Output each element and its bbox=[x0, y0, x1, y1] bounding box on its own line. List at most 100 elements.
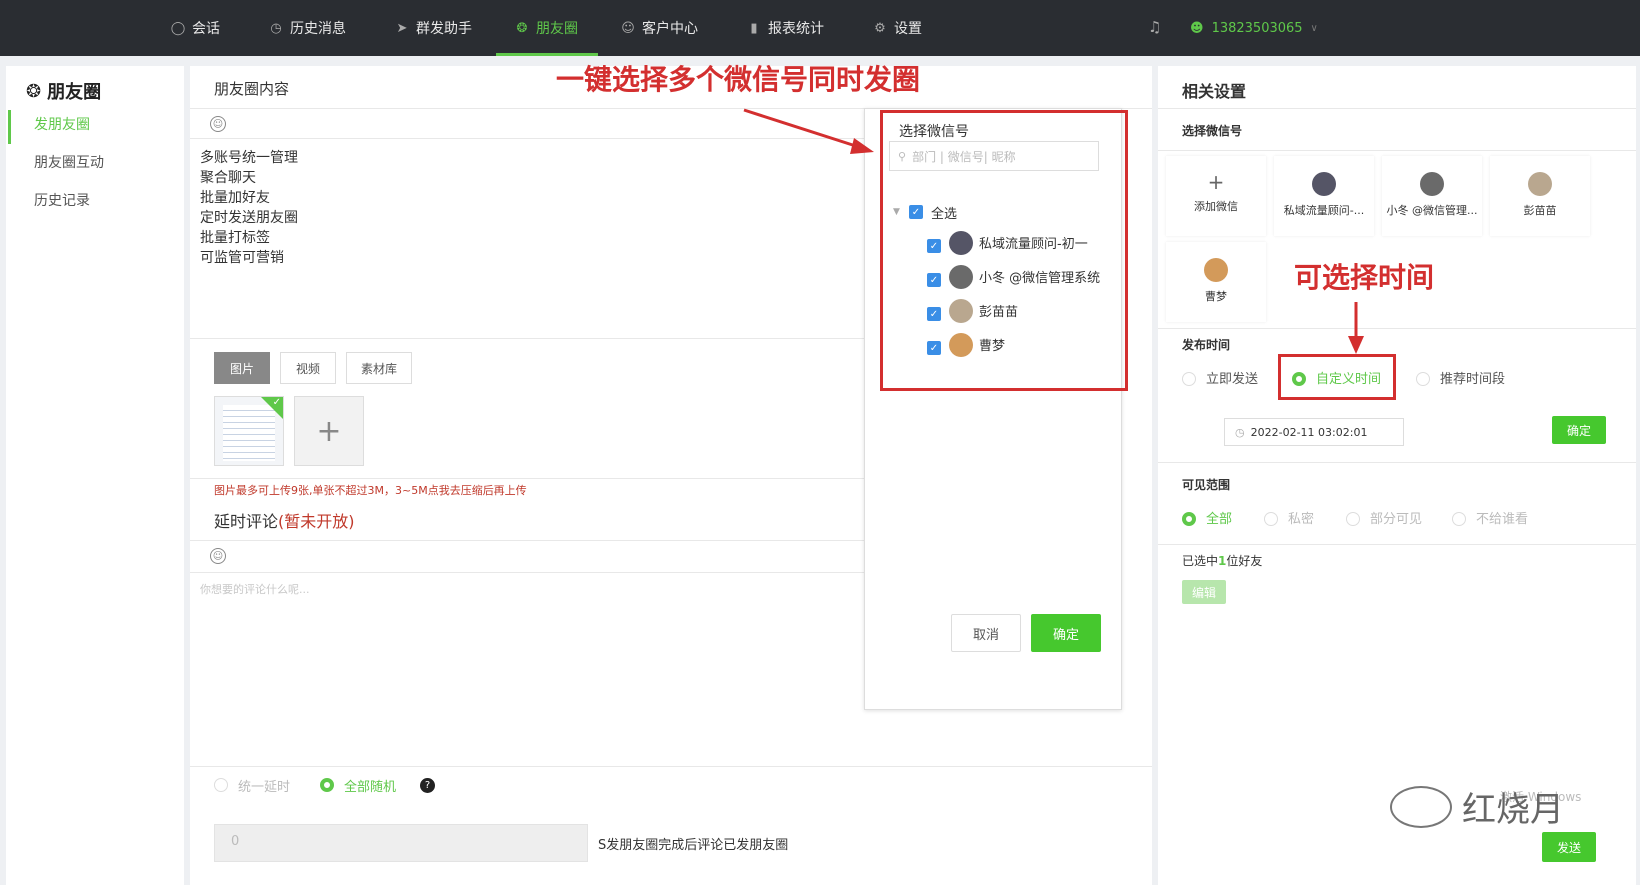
chart-icon: ▮ bbox=[750, 20, 758, 36]
nav-active-indicator bbox=[496, 53, 598, 56]
divider bbox=[1158, 462, 1636, 463]
highlight-box-custom-time bbox=[1278, 354, 1396, 400]
divider bbox=[190, 338, 870, 339]
radio-hide-from[interactable] bbox=[1452, 512, 1466, 526]
tab-material-library[interactable]: 素材库 bbox=[346, 352, 412, 384]
radio-label-unified-delay: 统一延时 bbox=[238, 780, 291, 795]
moments-icon: ❂ bbox=[26, 80, 42, 102]
account-card[interactable]: 曹梦 bbox=[1166, 242, 1266, 322]
check-icon: ✓ bbox=[272, 397, 281, 408]
radio-partial-visible[interactable] bbox=[1346, 512, 1360, 526]
avatar bbox=[1204, 258, 1228, 282]
radio-label-send-now: 立即发送 bbox=[1206, 372, 1259, 387]
nav-item-moments[interactable]: ❂ 朋友圈 bbox=[514, 0, 578, 56]
moments-icon: ❂ bbox=[516, 20, 528, 36]
comment-input[interactable]: 你想要的评论什么呢... bbox=[200, 581, 310, 597]
radio-label-hide-from: 不给谁看 bbox=[1476, 512, 1529, 527]
delay-suffix-text: S发朋友圈完成后评论已发朋友圈 bbox=[598, 838, 789, 853]
add-image-button[interactable]: + bbox=[294, 396, 364, 466]
radio-all-random[interactable] bbox=[320, 778, 334, 792]
divider bbox=[190, 572, 870, 573]
divider bbox=[1158, 150, 1636, 151]
delay-comment-title: 延时评论(暂未开放) bbox=[214, 512, 355, 531]
top-navigation-bar: ◯ 会话 ◷ 历史消息 ➤ 群发助手 ❂ 朋友圈 ☺ 客户中心 ▮ 报表统计 ⚙… bbox=[0, 0, 1640, 56]
sidebar-active-indicator bbox=[8, 110, 11, 144]
divider bbox=[1158, 544, 1636, 545]
user-icon: ☺ bbox=[621, 20, 635, 36]
brand-watermark: 红烧月 bbox=[1390, 782, 1564, 831]
radio-private[interactable] bbox=[1264, 512, 1278, 526]
edit-button[interactable]: 编辑 bbox=[1182, 580, 1226, 604]
annotation-select-time: 可选择时间 bbox=[1294, 261, 1435, 294]
avatar bbox=[1312, 172, 1336, 196]
radio-visible-all[interactable] bbox=[1182, 512, 1196, 526]
settings-panel: 相关设置 选择微信号 + 添加微信 私域流量顾问-... 小冬 @微信管理...… bbox=[1158, 66, 1636, 885]
nav-item-settings[interactable]: ⚙ 设置 bbox=[872, 0, 922, 56]
publish-time-label: 发布时间 bbox=[1182, 338, 1231, 352]
sidebar-item-post-moment[interactable]: 发朋友圈 bbox=[34, 114, 90, 134]
radio-label-visible-all: 全部 bbox=[1206, 512, 1233, 527]
nav-item-chat[interactable]: ◯ 会话 bbox=[170, 0, 220, 56]
visibility-label: 可见范围 bbox=[1182, 478, 1231, 492]
sidebar-item-moment-interaction[interactable]: 朋友圈互动 bbox=[34, 152, 104, 172]
person-icon: ☻ bbox=[1190, 20, 1204, 36]
nav-item-history[interactable]: ◷ 历史消息 bbox=[268, 0, 346, 56]
plus-icon: + bbox=[1207, 170, 1225, 194]
page-title: 朋友圈内容 bbox=[214, 80, 290, 98]
radio-label-all-random: 全部随机 bbox=[344, 780, 397, 795]
tab-video[interactable]: 视频 bbox=[280, 352, 336, 384]
uploaded-image-thumbnail[interactable]: ✓ bbox=[214, 396, 284, 466]
settings-title: 相关设置 bbox=[1182, 82, 1247, 101]
divider bbox=[190, 478, 870, 479]
upload-note: 图片最多可上传9张,单张不超过3M，3~5M点我去压缩后再上传 bbox=[214, 484, 527, 497]
selected-friends-text: 已选中1位好友 bbox=[1182, 554, 1263, 568]
annotation-arrow bbox=[1348, 302, 1364, 354]
radio-label-recommended-time: 推荐时间段 bbox=[1440, 372, 1506, 387]
tab-image[interactable]: 图片 bbox=[214, 352, 270, 384]
radio-recommended-time[interactable] bbox=[1416, 372, 1430, 386]
account-card[interactable]: 私域流量顾问-... bbox=[1274, 156, 1374, 236]
radio-label-partial-visible: 部分可见 bbox=[1370, 512, 1423, 527]
clock-icon: ◷ bbox=[1235, 425, 1245, 439]
gear-icon: ⚙ bbox=[874, 20, 886, 36]
datetime-picker[interactable]: ◷ 2022-02-11 03:02:01 bbox=[1224, 418, 1404, 446]
user-menu[interactable]: ☻ 13823503065 ∨ bbox=[1190, 0, 1318, 56]
sidebar: ❂ 朋友圈 发朋友圈 朋友圈互动 历史记录 bbox=[6, 66, 184, 885]
annotation-multi-select: 一键选择多个微信号同时发圈 bbox=[556, 63, 921, 96]
radio-unified-delay[interactable] bbox=[214, 778, 228, 792]
radio-send-now[interactable] bbox=[1182, 372, 1196, 386]
add-wechat-card[interactable]: + 添加微信 bbox=[1166, 156, 1266, 236]
nav-item-broadcast[interactable]: ➤ 群发助手 bbox=[394, 0, 472, 56]
chevron-down-icon: ∨ bbox=[1310, 22, 1318, 34]
post-content-text[interactable]: 多账号统一管理 聚合聊天 批量加好友 定时发送朋友圈 批量打标签 可监管可营销 bbox=[200, 148, 298, 268]
radio-label-private: 私密 bbox=[1288, 512, 1315, 527]
highlight-box-selector bbox=[880, 110, 1128, 391]
sidebar-title: ❂ 朋友圈 bbox=[26, 80, 102, 104]
chat-icon: ◯ bbox=[170, 20, 186, 36]
clock-icon: ◷ bbox=[270, 20, 282, 36]
divider bbox=[190, 766, 1152, 767]
annotation-arrow bbox=[743, 108, 874, 154]
send-icon: ➤ bbox=[396, 20, 408, 36]
avatar bbox=[1420, 172, 1444, 196]
send-button[interactable]: 发送 bbox=[1542, 832, 1596, 862]
avatar bbox=[1528, 172, 1552, 196]
bell-icon[interactable]: ♫ bbox=[1148, 18, 1166, 36]
emoji-icon[interactable]: ☺ bbox=[210, 116, 226, 132]
sidebar-item-history[interactable]: 历史记录 bbox=[34, 190, 90, 210]
nav-item-customers[interactable]: ☺ 客户中心 bbox=[620, 0, 698, 56]
nav-item-reports[interactable]: ▮ 报表统计 bbox=[746, 0, 824, 56]
divider bbox=[1158, 108, 1636, 109]
confirm-time-button[interactable]: 确定 bbox=[1552, 416, 1606, 444]
delay-seconds-input[interactable]: 0 bbox=[214, 824, 588, 862]
account-card[interactable]: 小冬 @微信管理... bbox=[1382, 156, 1482, 236]
select-wechat-label: 选择微信号 bbox=[1182, 124, 1243, 138]
divider bbox=[1158, 328, 1636, 329]
emoji-icon[interactable]: ☺ bbox=[210, 548, 226, 564]
cancel-button[interactable]: 取消 bbox=[951, 614, 1021, 652]
account-card[interactable]: 彭苗苗 bbox=[1490, 156, 1590, 236]
help-icon[interactable]: ? bbox=[420, 778, 435, 793]
divider bbox=[190, 540, 870, 541]
confirm-button[interactable]: 确定 bbox=[1031, 614, 1101, 652]
wechat-logo-icon bbox=[1390, 785, 1452, 828]
